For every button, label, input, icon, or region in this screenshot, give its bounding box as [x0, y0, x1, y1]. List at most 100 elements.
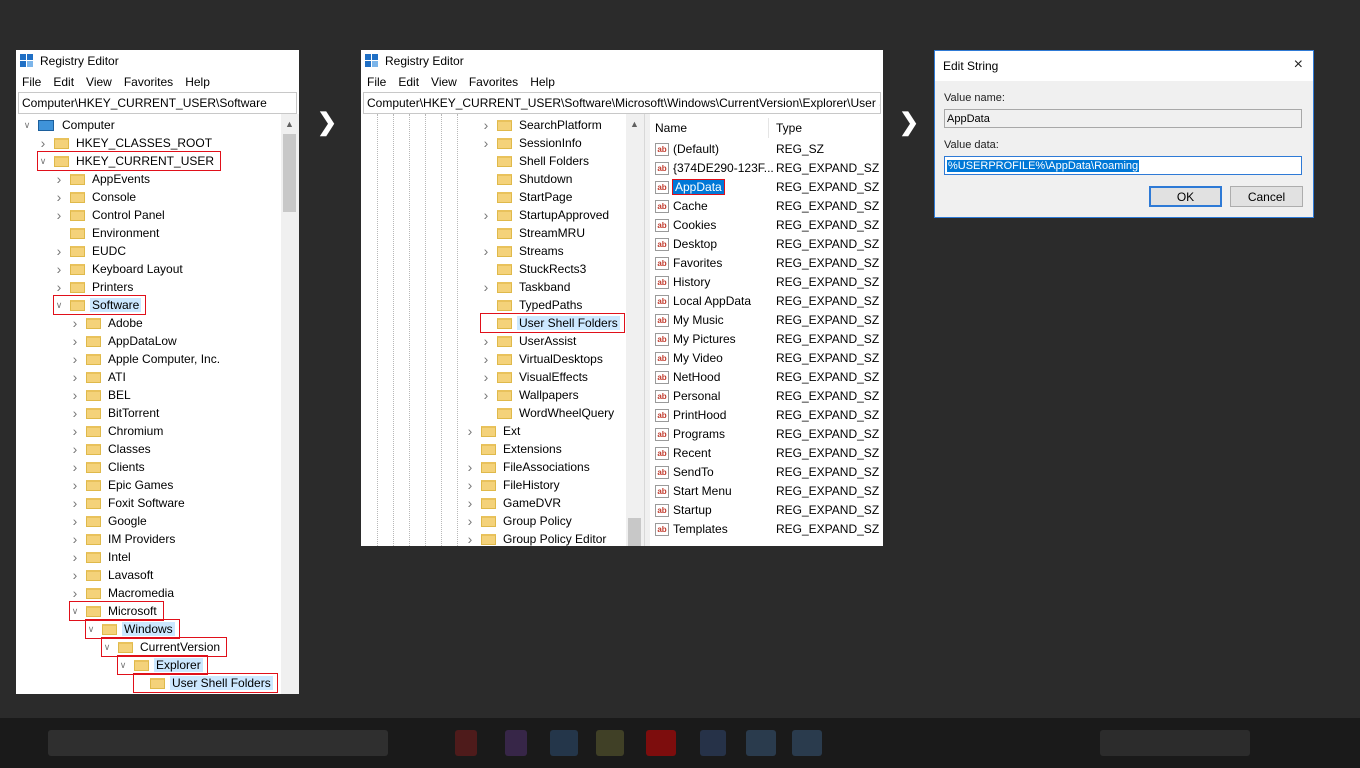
chevron-right-icon[interactable]: › — [70, 531, 80, 547]
tree-node[interactable]: › Printers — [54, 278, 135, 296]
column-header-name[interactable]: Name — [655, 121, 687, 135]
tree-node[interactable]: › Google — [70, 512, 149, 530]
chevron-right-icon[interactable]: › — [465, 423, 475, 439]
menu-item-file[interactable]: File — [22, 75, 41, 89]
tree-node[interactable]: › BitTorrent — [70, 404, 161, 422]
chevron-right-icon[interactable]: › — [70, 585, 80, 601]
chevron-right-icon[interactable]: › — [38, 135, 48, 151]
tree-node[interactable]: › ATI — [70, 368, 128, 386]
tree-node[interactable]: › HKEY_CLASSES_ROOT — [38, 134, 214, 152]
tree-node[interactable]: › Ext — [465, 422, 522, 440]
taskbar-search-box[interactable] — [48, 730, 388, 756]
value-row[interactable]: ab SendTo REG_EXPAND_SZ — [655, 463, 880, 481]
chevron-right-icon[interactable]: › — [70, 513, 80, 529]
close-icon[interactable]: × — [1294, 56, 1303, 74]
tree-scrollbar[interactable]: ▲ — [626, 114, 644, 546]
tree-node[interactable]: ∨ Microsoft — [69, 601, 164, 621]
tree-node[interactable]: › StartupApproved — [481, 206, 611, 224]
chevron-right-icon[interactable]: › — [70, 369, 80, 385]
chevron-right-icon[interactable]: › — [70, 459, 80, 475]
cancel-button[interactable]: Cancel — [1230, 186, 1303, 207]
tree-node[interactable]: › Lavasoft — [70, 566, 155, 584]
tree-node[interactable]: › Epic Games — [70, 476, 175, 494]
value-row[interactable]: ab Startup REG_EXPAND_SZ — [655, 501, 880, 519]
address-bar[interactable]: Computer\HKEY_CURRENT_USER\Software\Micr… — [363, 92, 881, 114]
tree-node[interactable]: › VisualEffects — [481, 368, 590, 386]
chevron-down-icon[interactable]: ∨ — [38, 156, 48, 166]
tree-node[interactable]: › Control Panel — [54, 206, 167, 224]
value-row[interactable]: ab Cookies REG_EXPAND_SZ — [655, 216, 880, 234]
chevron-right-icon[interactable]: › — [465, 495, 475, 511]
value-row[interactable]: ab Personal REG_EXPAND_SZ — [655, 387, 880, 405]
menu-item-help[interactable]: Help — [185, 75, 210, 89]
scroll-thumb[interactable] — [283, 134, 296, 212]
menu-item-view[interactable]: View — [86, 75, 112, 89]
value-row[interactable]: ab AppData REG_EXPAND_SZ — [655, 178, 880, 196]
tree-node[interactable]: ∨ Software — [52, 295, 147, 315]
chevron-right-icon[interactable]: › — [54, 189, 64, 205]
tree-node[interactable]: Extensions — [465, 440, 564, 458]
chevron-right-icon[interactable]: › — [481, 279, 491, 295]
tree-node[interactable]: › Macromedia — [70, 584, 176, 602]
tree-node[interactable]: › BEL — [70, 386, 133, 404]
value-row[interactable]: ab My Pictures REG_EXPAND_SZ — [655, 330, 880, 348]
menu-item-help[interactable]: Help — [530, 75, 555, 89]
tree-scrollbar[interactable]: ▲ — [281, 114, 299, 694]
value-row[interactable]: ab Cache REG_EXPAND_SZ — [655, 197, 880, 215]
chevron-right-icon[interactable]: › — [465, 513, 475, 529]
menu-item-file[interactable]: File — [367, 75, 386, 89]
tree-node[interactable]: › IM Providers — [70, 530, 177, 548]
taskbar-app-icon[interactable] — [505, 730, 527, 756]
value-row[interactable]: ab My Video REG_EXPAND_SZ — [655, 349, 880, 367]
tree-node[interactable]: › Keyboard Layout — [54, 260, 185, 278]
tree-node[interactable]: TypedPaths — [481, 296, 584, 314]
chevron-down-icon[interactable]: ∨ — [54, 300, 64, 310]
tree-node[interactable]: › EUDC — [54, 242, 128, 260]
chevron-right-icon[interactable]: › — [481, 117, 491, 133]
tree-node[interactable]: › SearchPlatform — [481, 116, 604, 134]
column-header-type[interactable]: Type — [776, 121, 802, 135]
chevron-right-icon[interactable]: › — [70, 477, 80, 493]
tree-node[interactable]: › FileHistory — [465, 476, 562, 494]
taskbar-tray[interactable] — [1100, 730, 1250, 756]
value-row[interactable]: ab Start Menu REG_EXPAND_SZ — [655, 482, 880, 500]
tree-node[interactable]: WordWheelQuery — [481, 404, 616, 422]
tree-node[interactable]: › Console — [54, 188, 138, 206]
value-row[interactable]: ab (Default) REG_SZ — [655, 140, 880, 158]
value-row[interactable]: ab Programs REG_EXPAND_SZ — [655, 425, 880, 443]
tree-node[interactable]: › Group Policy — [465, 512, 574, 530]
chevron-right-icon[interactable]: › — [70, 315, 80, 331]
tree-node[interactable]: › AppEvents — [54, 170, 152, 188]
value-row[interactable]: ab Recent REG_EXPAND_SZ — [655, 444, 880, 462]
chevron-right-icon[interactable]: › — [70, 405, 80, 421]
chevron-down-icon[interactable]: ∨ — [86, 624, 96, 634]
scroll-thumb[interactable] — [628, 518, 641, 546]
tree-node[interactable]: › GameDVR — [465, 494, 563, 512]
tree-node[interactable]: › Taskband — [481, 278, 572, 296]
tree-node[interactable]: Shutdown — [481, 170, 574, 188]
menu-item-edit[interactable]: Edit — [398, 75, 419, 89]
taskbar-app-icon[interactable] — [700, 730, 726, 756]
scroll-up-icon[interactable]: ▲ — [626, 116, 643, 132]
tree-node[interactable]: StuckRects3 — [481, 260, 588, 278]
menu-item-edit[interactable]: Edit — [53, 75, 74, 89]
chevron-right-icon[interactable]: › — [70, 333, 80, 349]
tree-node[interactable]: › Apple Computer, Inc. — [70, 350, 222, 368]
chevron-right-icon[interactable]: › — [70, 441, 80, 457]
taskbar-app-icon[interactable] — [550, 730, 578, 756]
value-row[interactable]: ab Desktop REG_EXPAND_SZ — [655, 235, 880, 253]
chevron-right-icon[interactable]: › — [70, 387, 80, 403]
chevron-down-icon[interactable]: ∨ — [22, 120, 32, 130]
tree-node[interactable]: ∨ Computer — [22, 116, 117, 134]
value-row[interactable]: ab {374DE290-123F... REG_EXPAND_SZ — [655, 159, 880, 177]
menu-item-favorites[interactable]: Favorites — [469, 75, 518, 89]
chevron-right-icon[interactable]: › — [481, 333, 491, 349]
taskbar-app-icon[interactable] — [746, 730, 776, 756]
chevron-down-icon[interactable]: ∨ — [70, 606, 80, 616]
value-data-field[interactable]: %USERPROFILE%\AppData\Roaming — [944, 156, 1302, 175]
value-row[interactable]: ab Templates REG_EXPAND_SZ — [655, 520, 880, 538]
menu-item-favorites[interactable]: Favorites — [124, 75, 173, 89]
value-row[interactable]: ab NetHood REG_EXPAND_SZ — [655, 368, 880, 386]
tree-node[interactable]: › Streams — [481, 242, 566, 260]
tree-node[interactable]: › Group Policy Editor — [465, 530, 608, 546]
